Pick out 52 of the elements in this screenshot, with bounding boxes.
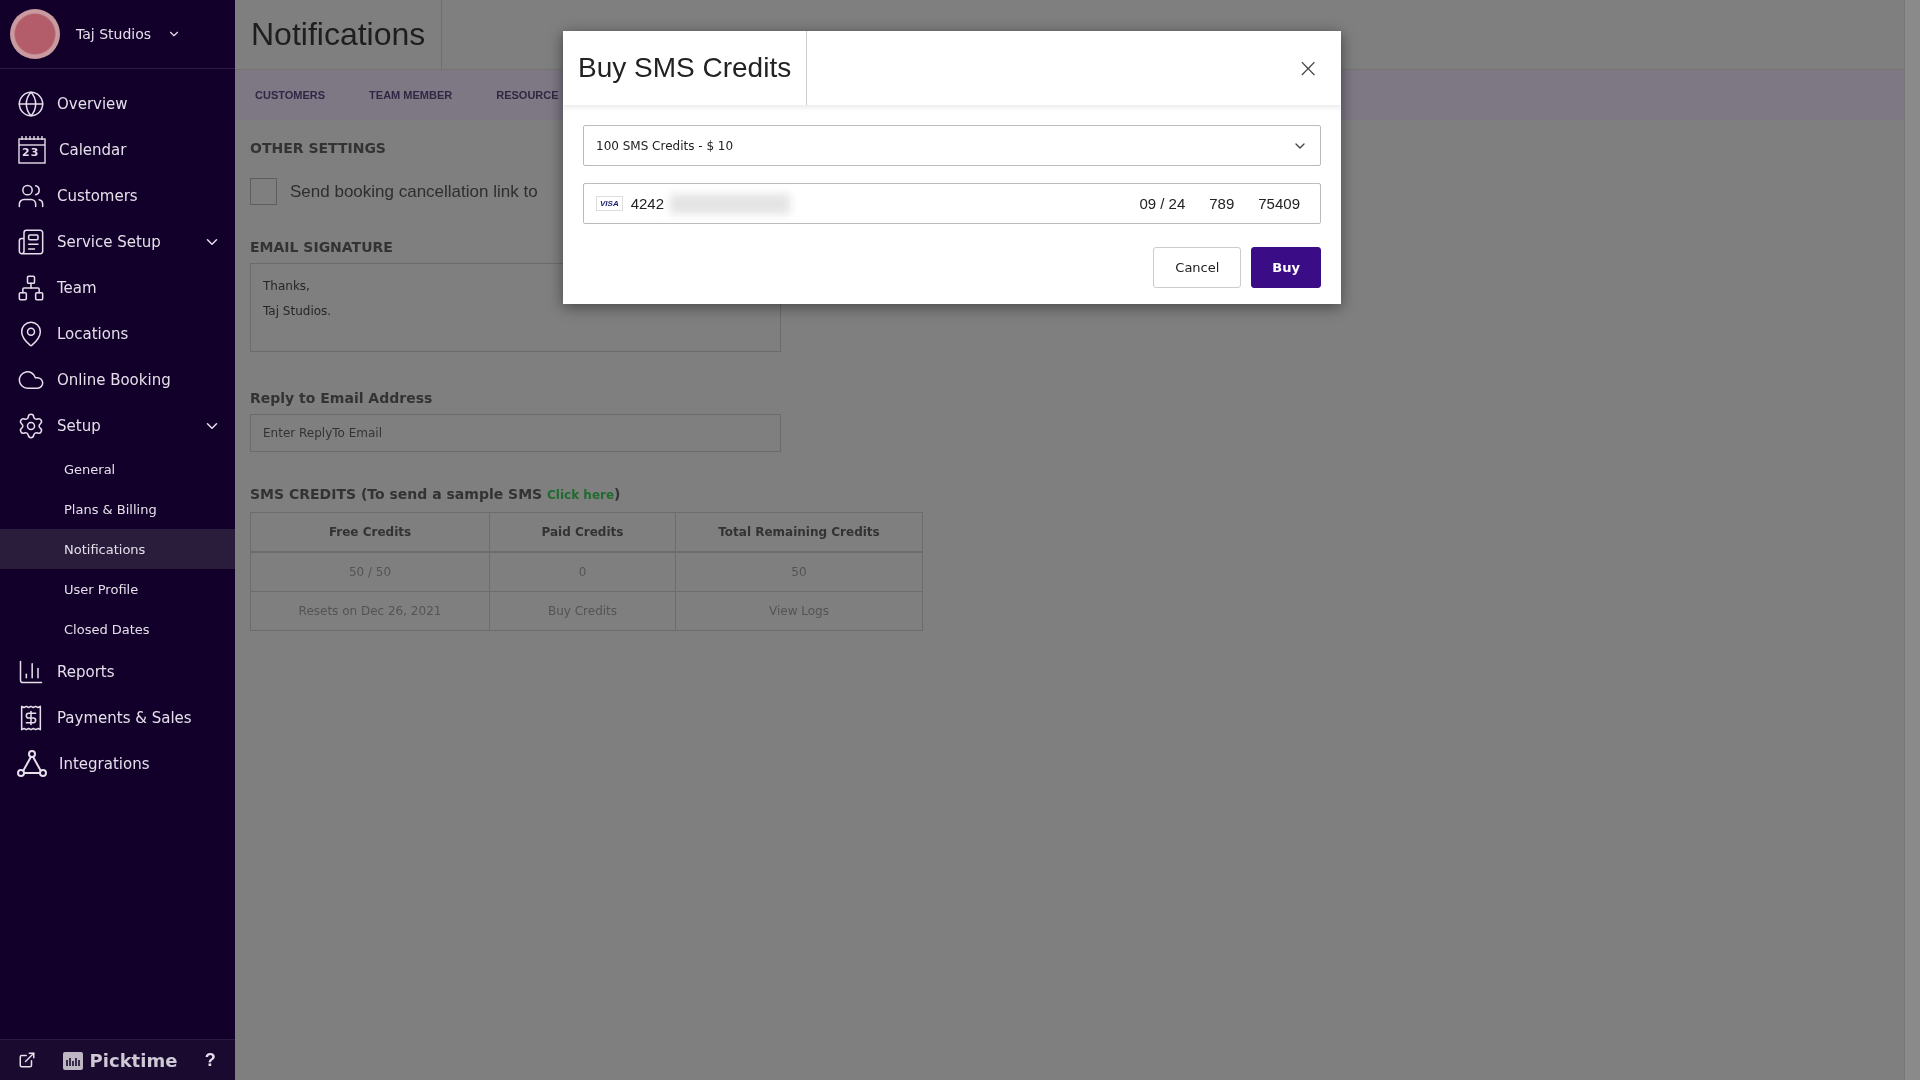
nav-item[interactable]: Customers	[0, 173, 235, 219]
logo-icon	[61, 1049, 84, 1071]
card-brand-icon: VISA	[596, 196, 623, 211]
nav-subitem[interactable]: User Profile	[0, 569, 235, 609]
column-header: Total Remaining Credits	[675, 512, 923, 552]
nav-item[interactable]: Locations	[0, 311, 235, 357]
card-zip: 75409	[1258, 195, 1300, 212]
field-label: Reply to Email Address	[250, 390, 433, 406]
checkbox[interactable]	[250, 178, 277, 205]
card-number: 4242	[630, 195, 665, 212]
section-heading: SMS CREDITS (To send a sample SMS Click here)	[250, 486, 621, 502]
page-title: Notifications	[235, 0, 443, 69]
settings-icon	[17, 412, 45, 440]
nav-item[interactable]: Setup	[0, 403, 235, 449]
nav-item[interactable]: Online Booking	[0, 357, 235, 403]
brand-name: Picktime	[89, 1049, 178, 1071]
triangle-nodes-icon	[17, 750, 47, 778]
nav-item[interactable]: Service Setup	[0, 219, 235, 265]
email-input-field[interactable]: Enter ReplyTo Email	[250, 414, 781, 452]
nav-item[interactable]: Integrations	[0, 741, 235, 787]
bar-chart-icon	[17, 658, 45, 686]
dialog-title: Buy SMS Credits	[563, 31, 808, 105]
nav-item[interactable]: Overview	[0, 81, 235, 127]
team-icon	[17, 274, 45, 302]
newspaper-icon	[17, 228, 45, 256]
column-header: Free Credits	[250, 512, 490, 552]
help-button[interactable]: ?	[198, 1048, 222, 1072]
nav-subitem[interactable]: Closed Dates	[0, 609, 235, 649]
column-header: Paid Credits	[489, 512, 676, 552]
nav-item[interactable]: Team	[0, 265, 235, 311]
card-input-field[interactable]: VISA 4242 09 / 24 789 75409	[583, 183, 1321, 224]
calendar-icon: 23	[17, 135, 47, 165]
buy-button[interactable]: Buy	[1251, 247, 1321, 288]
checkbox-label: Send booking cancellation link to	[290, 181, 538, 202]
nav-subitem[interactable]: Plans & Billing	[0, 489, 235, 529]
nav-item[interactable]: Payments & Sales	[0, 695, 235, 741]
package-select[interactable]: 100 SMS Credits - $ 10	[583, 125, 1321, 166]
nav-subitem[interactable]: General	[0, 449, 235, 489]
avatar[interactable]	[10, 9, 60, 59]
external-link-icon[interactable]	[17, 1051, 36, 1069]
nav-item[interactable]: 23 Calendar	[0, 127, 235, 173]
section-heading: EMAIL SIGNATURE	[250, 239, 393, 255]
cancel-button[interactable]: Cancel	[1153, 247, 1242, 288]
account-name[interactable]: Taj Studios	[76, 26, 152, 42]
nav-subitem[interactable]: Notifications	[0, 529, 235, 569]
people-icon	[17, 182, 45, 210]
globe-icon	[17, 90, 45, 118]
card-expiry: 09 / 24	[1139, 195, 1186, 212]
section-heading: OTHER SETTINGS	[250, 140, 386, 156]
card-cvc: 789	[1209, 195, 1235, 212]
nav-item[interactable]: Reports	[0, 649, 235, 695]
close-button[interactable]: ×	[1297, 55, 1319, 81]
